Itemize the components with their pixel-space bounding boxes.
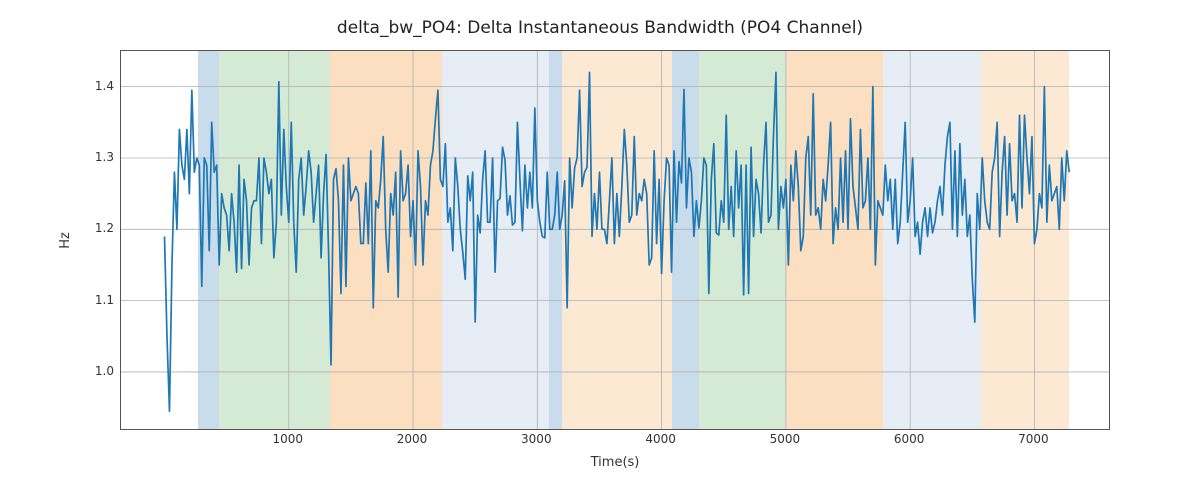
x-tick-label: 3000 bbox=[521, 432, 552, 446]
y-tick-label: 1.2 bbox=[80, 221, 114, 235]
y-tick-label: 1.0 bbox=[80, 364, 114, 378]
y-tick-label: 1.1 bbox=[80, 293, 114, 307]
y-axis-label: Hz bbox=[55, 50, 75, 430]
x-axis-label: Time(s) bbox=[120, 455, 1110, 470]
x-tick-label: 6000 bbox=[894, 432, 925, 446]
x-tick-label: 5000 bbox=[770, 432, 801, 446]
x-tick-label: 7000 bbox=[1018, 432, 1049, 446]
x-tick-label: 2000 bbox=[397, 432, 428, 446]
plot-area bbox=[120, 50, 1110, 430]
x-tick-label: 1000 bbox=[272, 432, 303, 446]
figure: delta_bw_PO4: Delta Instantaneous Bandwi… bbox=[0, 0, 1200, 500]
chart-title: delta_bw_PO4: Delta Instantaneous Bandwi… bbox=[0, 18, 1200, 38]
x-tick-label: 4000 bbox=[645, 432, 676, 446]
y-tick-label: 1.3 bbox=[80, 150, 114, 164]
line-series bbox=[165, 72, 1070, 411]
plot-svg bbox=[121, 51, 1109, 429]
y-tick-label: 1.4 bbox=[80, 79, 114, 93]
